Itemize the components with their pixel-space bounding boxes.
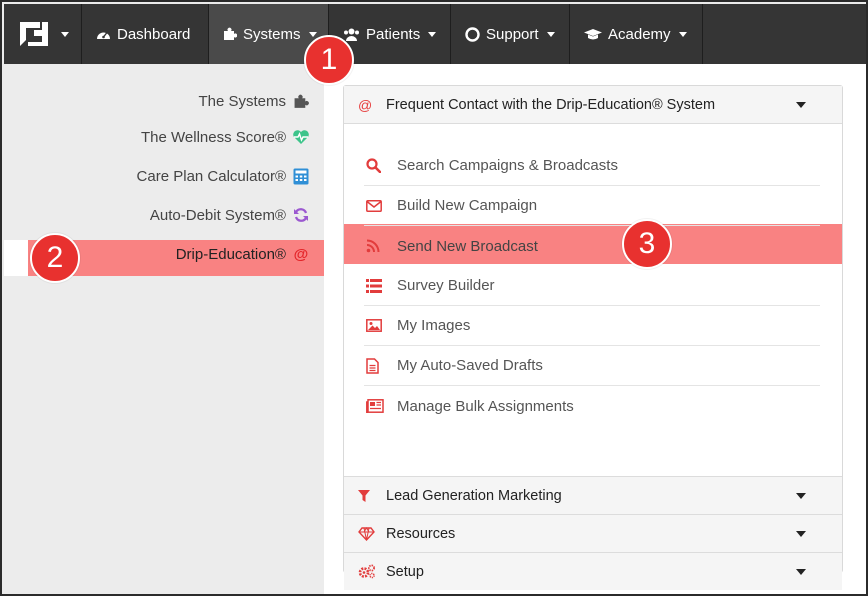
nav-systems-label: Systems — [243, 25, 301, 43]
sidebar-item-auto-debit-system[interactable]: Auto-Debit System® — [150, 206, 310, 224]
sidebar-item-label: Drip-Education® — [175, 245, 286, 263]
step-badge-3: 3 — [622, 219, 672, 269]
section-lead-generation[interactable]: Lead Generation Marketing — [344, 476, 842, 514]
menu-item-label: Build New Campaign — [397, 197, 538, 214]
search-icon — [364, 158, 397, 173]
chevron-down-icon — [308, 31, 317, 37]
puzzle-icon — [223, 27, 237, 41]
sidebar-item-label: Care Plan Calculator® — [136, 167, 286, 185]
filter-icon — [358, 489, 386, 502]
nav-academy[interactable]: Academy — [570, 4, 703, 64]
chevron-down-icon — [796, 530, 806, 537]
at-icon: @ — [358, 96, 373, 113]
nav-patients-label: Patients — [366, 25, 421, 43]
users-icon — [343, 28, 360, 41]
list-icon — [364, 278, 397, 293]
envelope-icon — [364, 199, 397, 212]
section-label: Resources — [386, 525, 456, 542]
chevron-down-icon — [796, 101, 806, 108]
chevron-down-icon — [428, 31, 437, 37]
section-label: Lead Generation Marketing — [386, 487, 562, 504]
panel-title: Frequent Contact with the Drip-Education… — [386, 96, 716, 113]
step-badge-1: 1 — [304, 35, 354, 85]
sidebar-item-wellness-score[interactable]: The Wellness Score® — [141, 128, 310, 146]
menu-item-label: My Auto-Saved Drafts — [397, 357, 543, 374]
panel-header[interactable]: @ Frequent Contact with the Drip-Educati… — [344, 86, 842, 124]
logo-icon — [19, 22, 48, 46]
menu-item-search-campaigns[interactable]: Search Campaigns & Broadcasts — [364, 146, 820, 186]
section-resources[interactable]: Resources — [344, 514, 842, 552]
section-setup[interactable]: Setup — [344, 552, 842, 590]
heartbeat-icon — [292, 128, 310, 146]
calculator-icon — [292, 167, 310, 185]
nav-support-label: Support — [486, 25, 539, 43]
menu-item-send-new-broadcast[interactable]: Send New Broadcast — [364, 226, 820, 266]
menu-item-label: Send New Broadcast — [397, 237, 538, 255]
main-content: @ Frequent Contact with the Drip-Educati… — [324, 64, 866, 594]
sidebar-item-care-plan-calculator[interactable]: Care Plan Calculator® — [137, 167, 310, 185]
app-window: Dashboard Systems Patients Support Acade… — [0, 0, 868, 596]
top-nav: Dashboard Systems Patients Support Acade… — [4, 4, 866, 64]
menu-item-my-images[interactable]: My Images — [364, 306, 820, 346]
diamond-icon — [358, 526, 386, 541]
nav-dashboard[interactable]: Dashboard — [82, 4, 209, 64]
file-icon — [364, 357, 397, 374]
dashboard-icon — [96, 28, 111, 41]
image-icon — [364, 319, 397, 332]
sidebar-item-label: Auto-Debit System® — [149, 206, 286, 224]
lifebuoy-icon — [465, 26, 480, 42]
section-label: Setup — [386, 563, 424, 580]
nav-academy-label: Academy — [608, 25, 671, 43]
menu-item-build-new-campaign[interactable]: Build New Campaign — [364, 186, 820, 226]
rss-icon — [364, 239, 397, 253]
chevron-down-icon — [796, 492, 806, 499]
sidebar-item-label: The Systems — [198, 92, 286, 110]
graduation-cap-icon — [584, 28, 602, 41]
chevron-down-icon — [60, 31, 69, 37]
step-badge-2: 2 — [30, 233, 80, 283]
logo-menu-button[interactable] — [4, 4, 82, 64]
drip-education-panel: @ Frequent Contact with the Drip-Educati… — [343, 85, 843, 590]
newspaper-icon — [364, 399, 397, 413]
menu-item-label: Search Campaigns & Broadcasts — [397, 157, 618, 174]
menu-item-label: Manage Bulk Assignments — [397, 397, 574, 415]
cogs-icon — [358, 564, 386, 579]
sidebar-item-label: The Wellness Score® — [141, 128, 286, 146]
chevron-down-icon — [796, 568, 806, 575]
puzzle-icon — [292, 92, 310, 110]
sidebar: The Systems The Wellness Score® Care Pla… — [4, 64, 324, 594]
chevron-down-icon — [546, 31, 555, 37]
nav-support[interactable]: Support — [451, 4, 570, 64]
chevron-down-icon — [678, 31, 687, 37]
at-icon: @ — [293, 245, 309, 263]
menu-item-label: Survey Builder — [397, 277, 495, 294]
sidebar-item-the-systems[interactable]: The Systems — [198, 92, 310, 110]
sidebar-item-drip-education[interactable]: Drip-Education® @ — [176, 245, 310, 263]
refresh-icon — [292, 206, 310, 224]
nav-dashboard-label: Dashboard — [117, 25, 191, 43]
sidebar-active-edge — [4, 240, 28, 276]
menu-item-survey-builder[interactable]: Survey Builder — [364, 266, 820, 306]
menu-item-manage-bulk-assignments[interactable]: Manage Bulk Assignments — [364, 386, 820, 426]
menu-item-label: My Images — [397, 317, 471, 334]
menu-item-auto-saved-drafts[interactable]: My Auto-Saved Drafts — [364, 346, 820, 386]
